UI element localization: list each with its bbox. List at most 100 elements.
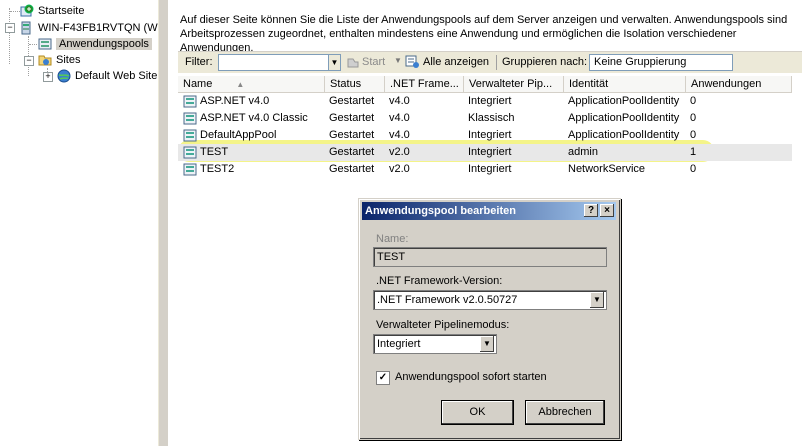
cell-pipeline: Integriert: [468, 129, 512, 141]
dialog-title-bar[interactable]: Anwendungspool bearbeiten ? ×: [362, 202, 616, 220]
net-version-value: .NET Framework v2.0.50727: [377, 294, 518, 306]
autostart-label[interactable]: Anwendungspool sofort starten: [395, 371, 547, 383]
tree-line: [9, 8, 10, 64]
cell-net: v2.0: [389, 163, 410, 175]
filter-label: Filter:: [185, 56, 213, 68]
filter-bar: Filter: ▼ Start ▼ Alle anzeigen Gruppier…: [178, 51, 802, 73]
pipeline-mode-value: Integriert: [377, 338, 421, 350]
tree-item-label: Default Web Site: [75, 70, 158, 82]
cell-pipeline: Klassisch: [468, 112, 515, 124]
cell-net: v4.0: [389, 95, 410, 107]
cell-net: v2.0: [389, 146, 410, 158]
cell-name: TEST: [200, 146, 229, 158]
cell-identity: NetworkService: [568, 163, 646, 175]
show-all-button[interactable]: Alle anzeigen: [423, 56, 489, 68]
cell-net: v4.0: [389, 129, 410, 141]
app-pools-icon: [38, 38, 52, 50]
app-pool-icon: [183, 146, 197, 159]
table-row[interactable]: ASP.NET v4.0 Gestartet v4.0 Integriert Appli…: [178, 93, 792, 110]
cell-status: Gestartet: [329, 163, 375, 175]
cancel-button[interactable]: Abbrechen: [526, 401, 604, 424]
app-pool-icon: [183, 129, 197, 142]
ok-button[interactable]: OK: [442, 401, 513, 424]
filter-input[interactable]: [218, 54, 329, 71]
cell-status: Gestartet: [329, 112, 375, 124]
cell-status: Gestartet: [329, 95, 375, 107]
filter-dropdown[interactable]: ▼: [328, 54, 341, 71]
dialog-title: Anwendungspool bearbeiten: [365, 205, 516, 217]
table-row[interactable]: TEST Gestartet v2.0 Integriert admin 1: [178, 144, 792, 161]
tree-item-app-pools[interactable]: Anwendungspools: [38, 36, 152, 52]
cell-identity: ApplicationPoolIdentity: [568, 129, 680, 141]
app-pool-icon: [183, 95, 197, 108]
group-by-value: Keine Gruppierung: [594, 56, 687, 68]
column-header-identity[interactable]: Identität: [564, 76, 686, 93]
cell-apps: 0: [690, 112, 697, 124]
column-header-status[interactable]: Status: [325, 76, 385, 93]
cell-name: TEST2: [200, 163, 235, 175]
close-button[interactable]: ×: [600, 204, 614, 217]
cell-name: ASP.NET v4.0 Classic: [200, 112, 308, 124]
name-label: Name:: [376, 233, 409, 245]
column-header-net[interactable]: .NET Frame...: [385, 76, 464, 93]
cell-status: Gestartet: [329, 129, 375, 141]
pipeline-mode-select[interactable]: Integriert ▼: [373, 334, 497, 354]
start-dropdown-arrow[interactable]: ▼: [394, 56, 402, 65]
app-pool-icon: [183, 112, 197, 125]
net-version-select[interactable]: .NET Framework v2.0.50727 ▼: [373, 290, 607, 310]
cell-identity: ApplicationPoolIdentity: [568, 95, 680, 107]
collapse-toggle[interactable]: −: [24, 56, 34, 66]
table-row[interactable]: ASP.NET v4.0 Classic Gestartet v4.0 Klassis…: [178, 110, 792, 127]
page-description: Auf dieser Seite können Sie die Liste de…: [180, 14, 788, 54]
cell-apps: 0: [690, 95, 697, 107]
cell-pipeline: Integriert: [468, 163, 512, 175]
chevron-down-icon[interactable]: ▼: [480, 336, 494, 352]
cell-status: Gestartet: [329, 146, 375, 158]
tree-item-default-web-site[interactable]: Default Web Site: [57, 68, 157, 84]
expand-toggle[interactable]: +: [43, 72, 53, 82]
group-by-select[interactable]: Keine Gruppierung: [589, 54, 733, 71]
autostart-checkbox[interactable]: ✓: [376, 371, 390, 385]
cell-pipeline: Integriert: [468, 95, 512, 107]
tree-panel: Startseite − WIN-F43FB1RVTQN (WIN Anwend…: [0, 0, 158, 446]
app-pool-icon: [183, 163, 197, 176]
tree-line: [10, 11, 20, 12]
toolbar-separator: [496, 55, 497, 70]
show-all-icon: [405, 55, 419, 68]
cell-pipeline: Integriert: [468, 146, 512, 158]
tree-item-label: Sites: [56, 54, 81, 66]
cell-name: DefaultAppPool: [200, 129, 277, 141]
column-header-applications[interactable]: Anwendungen: [686, 76, 792, 93]
cell-apps: 0: [690, 163, 697, 175]
net-version-label: .NET Framework-Version:: [376, 275, 503, 287]
cell-identity: ApplicationPoolIdentity: [568, 112, 680, 124]
name-value: TEST: [377, 251, 406, 263]
column-header-pipeline[interactable]: Verwalteter Pip...: [464, 76, 564, 93]
chevron-down-icon[interactable]: ▼: [590, 292, 604, 308]
collapse-toggle[interactable]: −: [5, 23, 15, 33]
tree-item-startpage[interactable]: Startseite: [20, 3, 84, 19]
cell-apps: 1: [690, 146, 697, 158]
cell-apps: 0: [690, 129, 697, 141]
tree-item-label: WIN-F43FB1RVTQN (WIN: [38, 22, 158, 34]
globe-icon: [57, 69, 71, 83]
column-header-name[interactable]: Name ▲: [178, 76, 325, 93]
server-icon: [21, 21, 31, 35]
tree-item-label: Anwendungspools: [56, 38, 152, 50]
cell-net: v4.0: [389, 112, 410, 124]
start-button[interactable]: Start: [362, 56, 385, 68]
startpage-icon: [20, 4, 34, 17]
tree-item-server[interactable]: WIN-F43FB1RVTQN (WIN: [20, 20, 158, 36]
table-row[interactable]: DefaultAppPool Gestartet v4.0 Integriert App…: [178, 127, 792, 144]
tree-item-sites[interactable]: Sites: [38, 52, 80, 68]
cell-identity: admin: [568, 146, 598, 158]
tree-item-label: Startseite: [38, 5, 85, 17]
help-button[interactable]: ?: [584, 204, 598, 217]
group-by-label: Gruppieren nach:: [502, 56, 587, 68]
edit-app-pool-dialog: Anwendungspool bearbeiten ? × Name: TEST…: [358, 198, 621, 440]
start-icon: [347, 58, 359, 68]
tree-line: [29, 44, 37, 45]
sites-folder-icon: [38, 55, 52, 66]
table-row[interactable]: TEST2 Gestartet v2.0 Integriert NetworkServi…: [178, 161, 792, 178]
pipeline-mode-label: Verwalteter Pipelinemodus:: [376, 319, 510, 331]
